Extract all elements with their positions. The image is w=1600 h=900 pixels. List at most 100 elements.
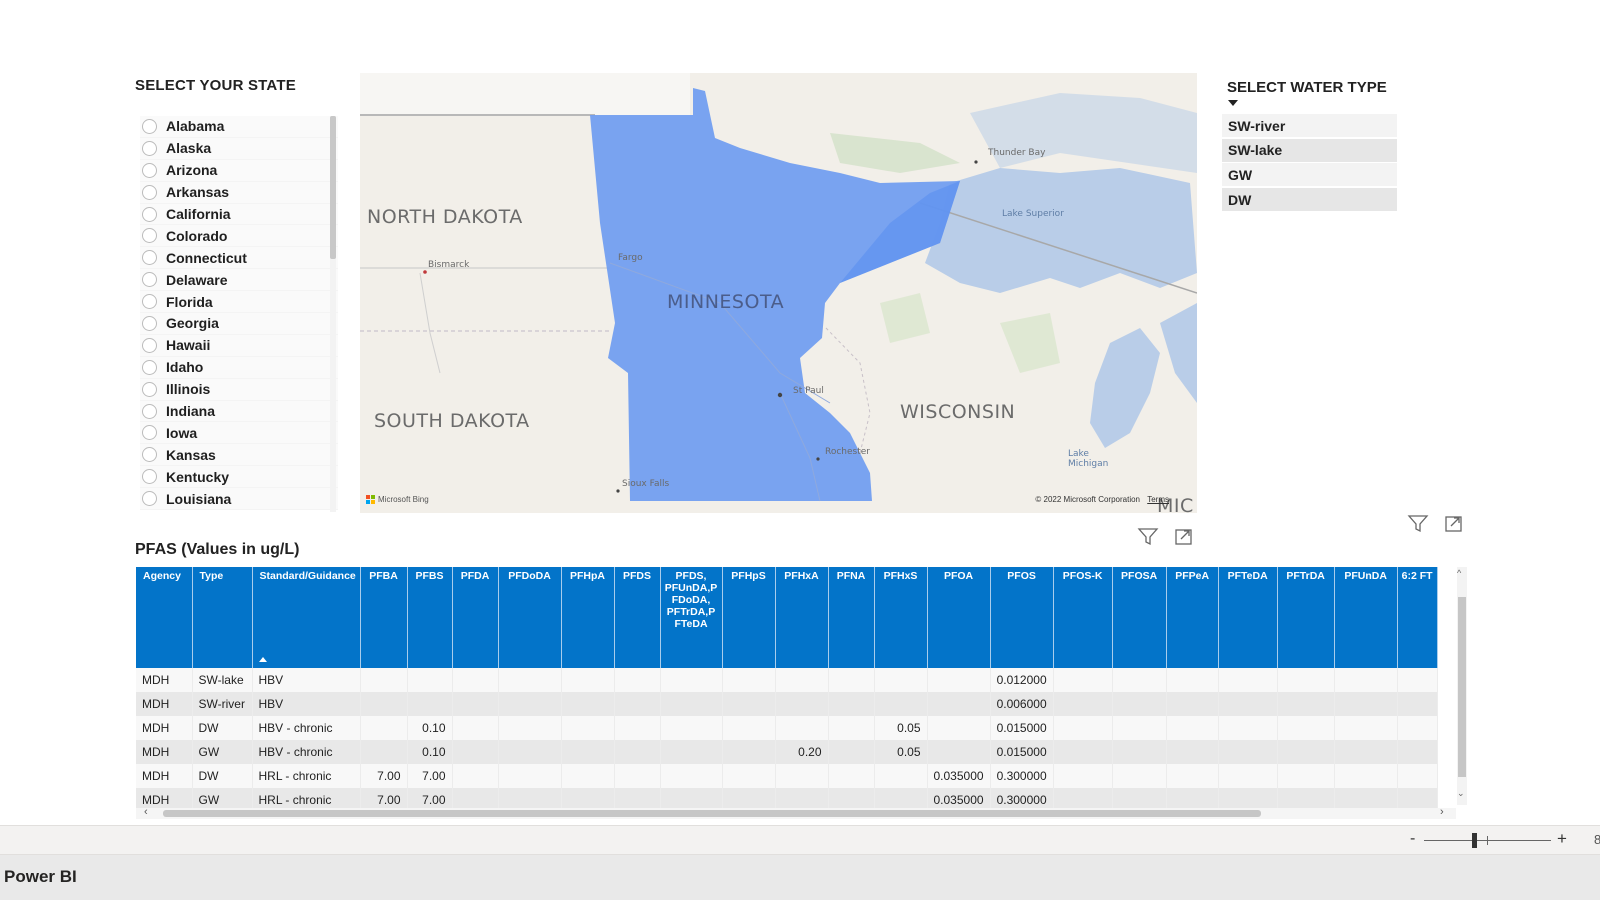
state-item-colorado[interactable]: Colorado: [140, 225, 338, 248]
radio-button[interactable]: [142, 294, 157, 310]
column-header[interactable]: PFTrDA: [1277, 567, 1335, 668]
column-header[interactable]: PFTeDA: [1218, 567, 1278, 668]
table-row[interactable]: MDH GW HBV - chronic 0.10 0.20 0.05 0.015000: [136, 740, 1438, 764]
column-header[interactable]: PFBS: [407, 567, 453, 668]
radio-button[interactable]: [142, 250, 157, 266]
column-header[interactable]: PFOA: [927, 567, 991, 668]
column-header[interactable]: PFHpA: [561, 567, 615, 668]
radio-button[interactable]: [142, 272, 157, 288]
column-header[interactable]: PFDoDA: [498, 567, 562, 668]
state-item-idaho[interactable]: Idaho: [140, 356, 338, 379]
state-item-connecticut[interactable]: Connecticut: [140, 247, 338, 270]
table-horizontal-scroll-thumb[interactable]: [163, 810, 1261, 817]
zoom-out-button[interactable]: -: [1410, 830, 1415, 848]
state-item-illinois[interactable]: Illinois: [140, 378, 338, 401]
radio-button[interactable]: [142, 403, 157, 419]
radio-button[interactable]: [142, 315, 157, 331]
zoom-slider-thumb[interactable]: [1472, 833, 1477, 848]
state-item-hawaii[interactable]: Hawaii: [140, 334, 338, 357]
scroll-up-icon[interactable]: ^: [1457, 568, 1461, 578]
scroll-left-icon[interactable]: ‹: [144, 806, 148, 818]
water-item-sw-river[interactable]: SW-river: [1222, 114, 1397, 137]
filter-icon[interactable]: [1137, 527, 1159, 547]
column-header[interactable]: Standard/Guidance: [252, 567, 361, 668]
focus-mode-icon[interactable]: [1173, 527, 1195, 547]
state-item-alabama[interactable]: Alabama: [140, 116, 338, 138]
radio-button[interactable]: [142, 447, 157, 463]
table-cell: [360, 716, 408, 740]
caret-down-icon[interactable]: [1228, 100, 1238, 106]
table-row[interactable]: MDH SW-lake HBV 0.012000: [136, 668, 1438, 692]
focus-mode-icon[interactable]: [1443, 514, 1465, 534]
table-row[interactable]: MDH DW HRL - chronic 7.00 7.00 0.035000 0.3000…: [136, 764, 1438, 788]
radio-button[interactable]: [142, 206, 157, 222]
column-header[interactable]: PFUnDA: [1334, 567, 1398, 668]
column-header[interactable]: PFOS: [990, 567, 1054, 668]
table-cell: [660, 692, 723, 716]
state-item-iowa[interactable]: Iowa: [140, 422, 338, 445]
sort-ascending-icon[interactable]: [259, 657, 267, 662]
radio-button[interactable]: [142, 381, 157, 397]
table-vertical-scroll-thumb[interactable]: [1458, 597, 1466, 777]
column-header[interactable]: Type: [192, 567, 253, 668]
radio-button[interactable]: [142, 228, 157, 244]
scroll-down-icon[interactable]: ⌄: [1457, 788, 1465, 799]
radio-button[interactable]: [142, 184, 157, 200]
scroll-right-icon[interactable]: ›: [1440, 806, 1444, 818]
column-header[interactable]: PFHpS: [722, 567, 776, 668]
filter-icon[interactable]: [1407, 514, 1429, 534]
table-cell: [722, 740, 776, 764]
state-item-kentucky[interactable]: Kentucky: [140, 466, 338, 489]
column-header[interactable]: PFOSA: [1112, 567, 1167, 668]
zoom-in-button[interactable]: +: [1557, 829, 1567, 849]
state-item-delaware[interactable]: Delaware: [140, 269, 338, 292]
column-header[interactable]: PFDS: [614, 567, 661, 668]
column-header[interactable]: 6:2 FT: [1397, 567, 1438, 668]
power-bi-brand[interactable]: Power BI: [4, 867, 77, 887]
table-cell: [498, 668, 562, 692]
table-cell: [1334, 740, 1398, 764]
state-slicer-scroll-thumb[interactable]: [330, 116, 336, 259]
column-header[interactable]: PFHxS: [874, 567, 928, 668]
pfas-table[interactable]: Agency Type Standard/Guidance PFBA PFBS PFDA P…: [136, 567, 1457, 819]
state-item-louisiana[interactable]: Louisiana: [140, 488, 338, 511]
state-item-kansas[interactable]: Kansas: [140, 444, 338, 467]
radio-button[interactable]: [142, 425, 157, 441]
radio-button[interactable]: [142, 118, 157, 134]
state-item-alaska[interactable]: Alaska: [140, 137, 338, 160]
water-item-dw[interactable]: DW: [1222, 188, 1397, 212]
table-cell: [828, 740, 875, 764]
table-cell: [452, 764, 499, 788]
column-header[interactable]: PFOS-K: [1053, 567, 1113, 668]
table-row[interactable]: MDH DW HBV - chronic 0.10 0.05 0.015000: [136, 716, 1438, 740]
state-item-arkansas[interactable]: Arkansas: [140, 181, 338, 204]
state-item-california[interactable]: California: [140, 203, 338, 226]
column-header[interactable]: PFDA: [452, 567, 499, 668]
column-header[interactable]: PFNA: [828, 567, 875, 668]
map-visual[interactable]: NORTH DAKOTA SOUTH DAKOTA MINNESOTA WISC…: [360, 73, 1197, 513]
state-item-arizona[interactable]: Arizona: [140, 159, 338, 182]
state-item-georgia[interactable]: Georgia: [140, 313, 338, 335]
state-item-florida[interactable]: Florida: [140, 291, 338, 314]
column-header[interactable]: PFPeA: [1166, 567, 1219, 668]
radio-button[interactable]: [142, 469, 157, 485]
table-row[interactable]: MDH SW-river HBV 0.006000: [136, 692, 1438, 716]
water-item-gw[interactable]: GW: [1222, 163, 1397, 187]
table-cell: [1166, 740, 1219, 764]
radio-button[interactable]: [142, 140, 157, 156]
state-item-label: California: [166, 206, 231, 222]
table-cell: [874, 692, 928, 716]
radio-button[interactable]: [142, 337, 157, 353]
radio-button[interactable]: [142, 491, 157, 507]
state-item-indiana[interactable]: Indiana: [140, 400, 338, 423]
column-header[interactable]: PFDS, PFUnDA,P FDoDA, PFTrDA,P FTeDA: [660, 567, 723, 668]
table-cell: 0.300000: [990, 764, 1054, 788]
table-cell: [1334, 668, 1398, 692]
radio-button[interactable]: [142, 162, 157, 178]
column-header[interactable]: PFHxA: [775, 567, 829, 668]
map-terms-link[interactable]: Terms: [1147, 495, 1169, 504]
radio-button[interactable]: [142, 359, 157, 375]
water-item-sw-lake[interactable]: SW-lake: [1222, 138, 1397, 162]
column-header[interactable]: PFBA: [360, 567, 408, 668]
column-header[interactable]: Agency: [136, 567, 193, 668]
